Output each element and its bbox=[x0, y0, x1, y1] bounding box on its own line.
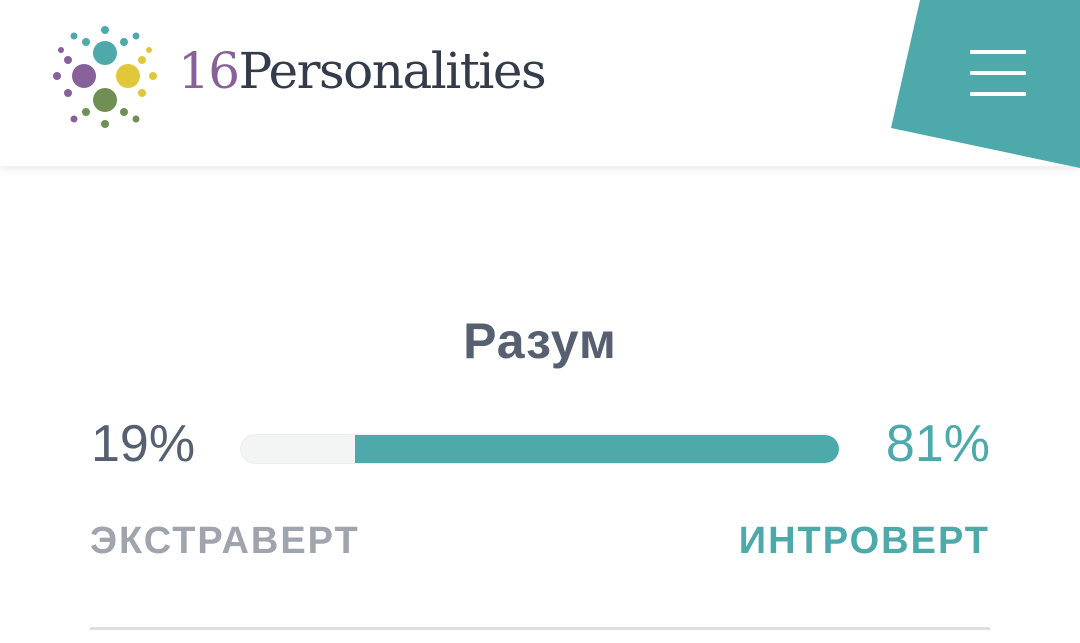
trait-bar-fill bbox=[354, 435, 839, 463]
introvert-label: ИНТРОВЕРТ bbox=[738, 520, 990, 562]
logo-wordmark: 16Personalities bbox=[178, 46, 547, 96]
logo-number: 16 bbox=[178, 42, 240, 100]
logo-word: Personalities bbox=[238, 42, 547, 100]
extravert-label: ЭКСТРАВЕРТ bbox=[90, 520, 360, 562]
menu-button[interactable] bbox=[880, 0, 1080, 170]
section-divider bbox=[90, 627, 990, 630]
logo-link[interactable]: 16Personalities bbox=[48, 20, 588, 135]
trait-title: Разум bbox=[463, 313, 617, 369]
trait-section: Разум 19% 81% ЭКСТРАВЕРТ ИНТРОВЕРТ bbox=[0, 166, 1080, 643]
logo-dots-icon bbox=[53, 26, 157, 128]
site-header: 16Personalities bbox=[0, 0, 1080, 168]
extravert-percent: 19% bbox=[91, 415, 196, 473]
hamburger-icon bbox=[970, 50, 1026, 96]
trait-bar bbox=[240, 434, 840, 464]
introvert-percent: 81% bbox=[885, 415, 990, 473]
